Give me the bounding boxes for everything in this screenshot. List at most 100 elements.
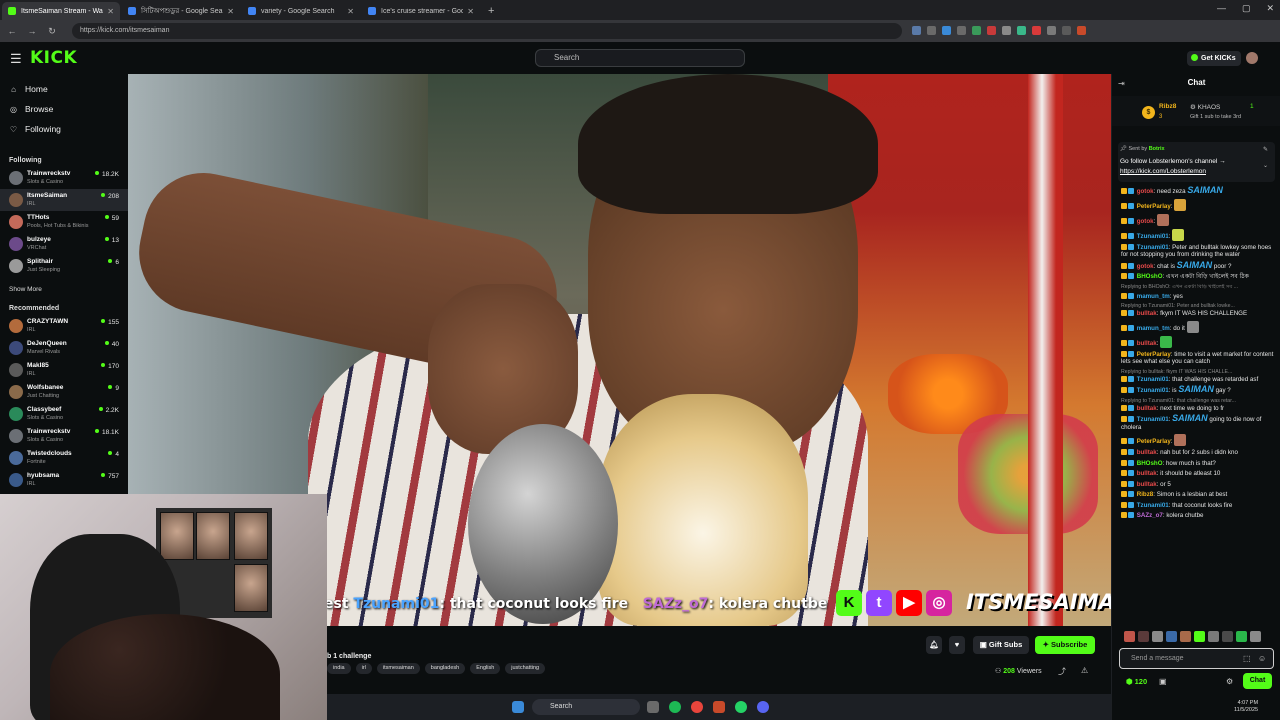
channel-item[interactable]: MakI85 IRL 170: [0, 359, 128, 381]
chat-username[interactable]: Tzunami01: [1137, 502, 1169, 509]
tab-close-icon[interactable]: ✕: [107, 7, 114, 16]
tab-close-icon[interactable]: ✕: [347, 7, 354, 16]
unpin-icon[interactable]: ✎: [1263, 146, 1268, 153]
chat-username[interactable]: gotok: [1137, 188, 1154, 195]
nav-browse[interactable]: ◎ Browse: [9, 104, 53, 114]
spotify-icon[interactable]: [669, 701, 681, 713]
search-input[interactable]: Search: [535, 49, 745, 67]
reload-icon[interactable]: ↻: [44, 26, 60, 37]
browser-tab-1[interactable]: সিটিঅপশুডুর - Google Search ✕: [122, 2, 240, 20]
windows-start-icon[interactable]: [512, 701, 524, 713]
channel-item[interactable]: CRAZYTAWN IRL 155: [0, 315, 128, 337]
channel-item[interactable]: Trainwreckstv Slots & Casino 18.1K: [0, 425, 128, 447]
smiley-icon[interactable]: ☺: [1258, 654, 1266, 663]
chat-username[interactable]: Ribz8: [1137, 491, 1154, 498]
whatsapp-icon[interactable]: [735, 701, 747, 713]
extension-icon[interactable]: [972, 26, 981, 35]
channel-item[interactable]: Twistedclouds Fortnite 4: [0, 447, 128, 469]
emote-icon[interactable]: [1250, 631, 1261, 642]
emote-picker-icon[interactable]: ⬚: [1243, 654, 1251, 663]
channel-item[interactable]: hyubsama IRL 757: [0, 469, 128, 491]
tag[interactable]: bangladesh: [424, 663, 466, 674]
extension-icon[interactable]: [1002, 26, 1011, 35]
browser-tab-2[interactable]: variety - Google Search ✕: [242, 2, 360, 20]
discord-icon[interactable]: [757, 701, 769, 713]
emote-icon[interactable]: [1236, 631, 1247, 642]
extension-icon[interactable]: [927, 26, 936, 35]
gear-icon[interactable]: ⚙: [1226, 677, 1233, 686]
channel-item[interactable]: Wolfsbanee Just Chatting 9: [0, 381, 128, 403]
extension-icon[interactable]: [987, 26, 996, 35]
minimize-button[interactable]: —: [1217, 3, 1226, 14]
tab-close-icon[interactable]: ✕: [467, 7, 474, 16]
chat-username[interactable]: Tzunami01: [1137, 244, 1169, 251]
nav-following[interactable]: ♡ Following: [9, 124, 61, 134]
chat-username[interactable]: bulltak: [1137, 449, 1157, 456]
maximize-button[interactable]: ▢: [1242, 3, 1251, 14]
chat-username[interactable]: bulltak: [1137, 481, 1157, 488]
chat-username[interactable]: BHOshO: [1137, 273, 1163, 280]
emote-icon[interactable]: [1194, 631, 1205, 642]
chat-username[interactable]: bulltak: [1137, 405, 1157, 412]
chat-username[interactable]: bulltak: [1137, 310, 1157, 317]
channel-item[interactable]: Classybeef Slots & Casino 2.2K: [0, 403, 128, 425]
channel-item[interactable]: Splithair Just Sleeping 6: [0, 255, 128, 277]
channel-item[interactable]: bulzeye VRChat 13: [0, 233, 128, 255]
extension-icon[interactable]: [1077, 26, 1086, 35]
chevron-down-icon[interactable]: ⌄: [1263, 162, 1268, 169]
chat-username[interactable]: PeterParlay: [1137, 351, 1171, 358]
follow-heart-button[interactable]: ♥: [949, 636, 965, 654]
pinned-message-link[interactable]: https://kick.com/Lobsterlemon: [1120, 168, 1206, 175]
nav-home[interactable]: ⌂ Home: [9, 84, 48, 94]
extension-icon[interactable]: [957, 26, 966, 35]
emote-icon[interactable]: [1166, 631, 1177, 642]
chat-username[interactable]: SAZz_o7: [1137, 512, 1163, 519]
new-tab-button[interactable]: +: [488, 2, 494, 20]
emote-icon[interactable]: [1222, 631, 1233, 642]
notification-bell-button[interactable]: 🔔︎: [926, 636, 942, 654]
chat-username[interactable]: gotok: [1137, 263, 1154, 270]
share-icon[interactable]: ⤴: [1058, 666, 1066, 677]
emote-icon[interactable]: [1124, 631, 1135, 642]
channel-item[interactable]: Trainwreckstv Slots & Casino 18.2K: [0, 167, 128, 189]
forward-icon[interactable]: →: [24, 26, 40, 36]
chat-username[interactable]: mamun_tm: [1137, 293, 1170, 300]
chat-username[interactable]: BHOshO: [1137, 460, 1163, 467]
emote-icon[interactable]: [1208, 631, 1219, 642]
chat-username[interactable]: Tzunami01: [1137, 416, 1169, 423]
gift-leader-user[interactable]: Ribz8: [1159, 103, 1176, 110]
tag[interactable]: itsmesaiman: [376, 663, 420, 674]
address-bar[interactable]: https://kick.com/itsmesaiman: [72, 23, 902, 39]
chat-message-input[interactable]: Send a message: [1119, 648, 1274, 669]
gift-subs-button[interactable]: ▣ Gift Subs: [973, 636, 1029, 654]
user-avatar[interactable]: [1246, 52, 1258, 64]
extension-icon[interactable]: [1032, 26, 1041, 35]
show-more-button[interactable]: Show More: [9, 286, 42, 293]
close-window-button[interactable]: ✕: [1266, 3, 1274, 14]
gift-icon[interactable]: ▣: [1159, 677, 1167, 686]
task-view-icon[interactable]: [647, 701, 659, 713]
kicks-balance[interactable]: ⬢ 120: [1126, 677, 1147, 686]
extension-icon[interactable]: [1017, 26, 1026, 35]
extension-icon[interactable]: [1047, 26, 1056, 35]
emote-icon[interactable]: [1180, 631, 1191, 642]
send-chat-button[interactable]: Chat: [1243, 673, 1272, 689]
report-icon[interactable]: ⚠: [1081, 666, 1088, 675]
tag[interactable]: justchatting: [505, 663, 546, 674]
tag[interactable]: English: [470, 663, 501, 674]
extension-icon[interactable]: [1062, 26, 1071, 35]
chrome-icon[interactable]: [691, 701, 703, 713]
tag[interactable]: irl: [355, 663, 372, 674]
chat-username[interactable]: bulltak: [1137, 340, 1157, 347]
extension-icon[interactable]: [912, 26, 921, 35]
chat-username[interactable]: bulltak: [1137, 470, 1157, 477]
channel-item[interactable]: ItsmeSaiman IRL 208: [0, 189, 128, 211]
emote-icon[interactable]: [1152, 631, 1163, 642]
app-icon[interactable]: [713, 701, 725, 713]
emote-icon[interactable]: [1138, 631, 1149, 642]
get-kicks-button[interactable]: Get KICKs: [1187, 51, 1241, 66]
chat-username[interactable]: gotok: [1137, 218, 1154, 225]
subscribe-button[interactable]: ✦ Subscribe: [1035, 636, 1095, 654]
tag[interactable]: india: [327, 663, 351, 674]
browser-tab-3[interactable]: Ice's cruise streamer - Google S ✕: [362, 2, 480, 20]
